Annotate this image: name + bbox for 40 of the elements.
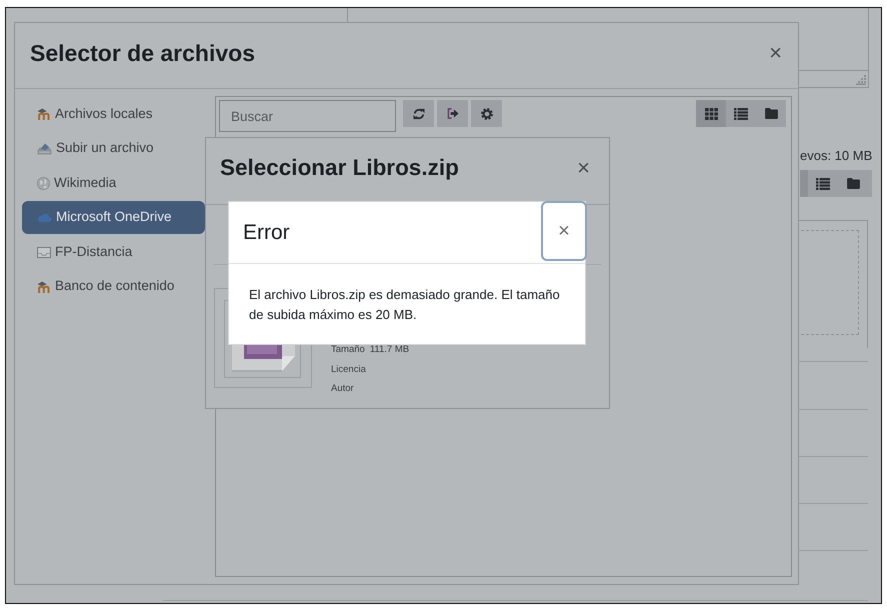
detail-label: Tamaño (331, 344, 365, 355)
close-button[interactable]: × (767, 42, 784, 64)
close-button[interactable]: × (541, 201, 587, 261)
refresh-icon (412, 108, 424, 120)
dialog-title: Selector de archivos (30, 38, 255, 66)
folder-icon (846, 178, 860, 189)
settings-icon (480, 108, 492, 120)
detail-value: 111.7 MB (370, 344, 410, 355)
dialog-title: Seleccionar Libros.zip (220, 154, 459, 182)
grid-view-button[interactable] (696, 100, 726, 127)
grid-icon (704, 108, 718, 120)
resize-handle-icon (856, 75, 866, 85)
repository-item[interactable]: FP-Distancia (22, 236, 205, 268)
folder-icon (764, 108, 778, 119)
cloud-icon (37, 213, 52, 222)
hat-logo-icon (37, 108, 51, 120)
list-icon (816, 178, 830, 190)
repository-item[interactable]: Microsoft OneDrive (22, 201, 205, 234)
search-field[interactable]: Buscar (219, 100, 396, 132)
close-button[interactable]: × (575, 157, 592, 179)
folder-view-button[interactable] (756, 100, 786, 127)
list-view-button[interactable] (726, 100, 756, 127)
logout-icon (446, 108, 458, 119)
dialog-title: Error (243, 220, 290, 246)
repository-item[interactable]: Wikimedia (22, 166, 205, 200)
tray-icon (37, 246, 51, 258)
globe-icon (37, 176, 50, 190)
repository-item[interactable]: Banco de contenido (22, 270, 205, 303)
upload-limit-text: evos: 10 MB (800, 148, 872, 164)
list-icon (734, 108, 748, 120)
detail-label: Autor (331, 383, 354, 394)
repository-item[interactable]: Subir un archivo (22, 132, 205, 165)
error-message: El archivo Libros.zip es demasiado grande. El tamaño de subida máximo es 20 MB. (248, 286, 561, 324)
settings-button[interactable] (471, 100, 502, 127)
hat-logo-icon (37, 280, 51, 292)
upload-tray-icon (37, 142, 52, 154)
refresh-button[interactable] (403, 100, 434, 127)
detail-label: Licencia (331, 364, 366, 374)
logout-button[interactable] (437, 100, 468, 127)
repository-item[interactable]: Archivos locales (22, 98, 205, 130)
